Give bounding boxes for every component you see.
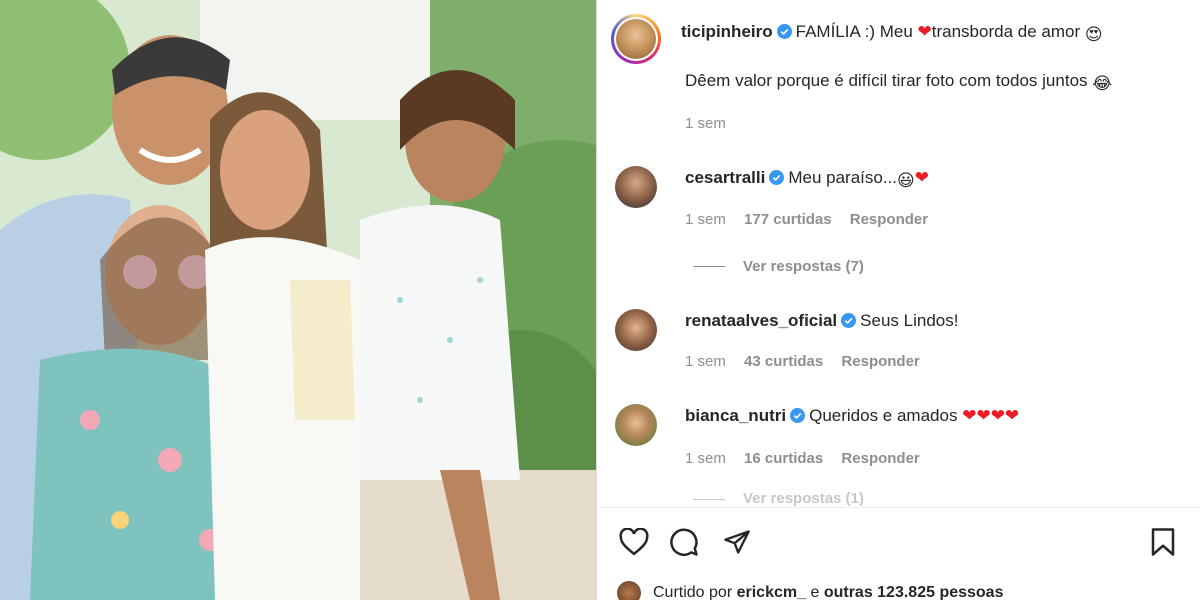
liker-username[interactable]: erickcm_ [737, 584, 806, 600]
comment-time: 1 sem [685, 211, 726, 228]
caption-text: ticipinheiro FAMÍLIA :) Meu ❤transborda d… [681, 20, 1103, 47]
reply-button[interactable]: Responder [850, 211, 928, 228]
comment-meta: 1 sem 16 curtidas Responder [685, 450, 934, 467]
share-icon [724, 530, 750, 554]
caption-part-2: transborda de amor [931, 22, 1081, 41]
comment-time: 1 sem [685, 353, 726, 370]
caption-part-1: FAMÍLIA :) Meu [795, 22, 913, 41]
heart-outline-icon [619, 528, 649, 556]
red-heart-emoji-icon: ❤ [914, 168, 929, 187]
comment-likes[interactable]: 177 curtidas [744, 211, 832, 228]
verified-icon [841, 313, 857, 328]
family-photo-illustration [0, 0, 596, 600]
comment-likes[interactable]: 43 curtidas [744, 353, 823, 370]
verified-icon [790, 408, 806, 423]
commenter-avatar[interactable] [615, 166, 657, 208]
view-replies-button[interactable]: Ver respostas (7) [693, 258, 864, 275]
likes-count-link[interactable]: outras 123.825 pessoas [824, 584, 1004, 600]
comment-icon [670, 528, 698, 556]
replies-line [693, 498, 725, 500]
author-avatar[interactable] [611, 14, 661, 64]
reply-button[interactable]: Responder [841, 353, 919, 370]
author-username[interactable]: ticipinheiro [681, 22, 773, 41]
comment-item: cesartralli Meu paraíso...😃❤ [615, 166, 1182, 208]
comment-item: renataalves_oficial Seus Lindos! [615, 309, 1182, 351]
comment-button[interactable] [667, 525, 701, 559]
liker-avatar[interactable] [617, 581, 641, 600]
commenter-username[interactable]: renataalves_oficial [685, 311, 837, 330]
comment-text: renataalves_oficial Seus Lindos! [685, 311, 959, 330]
comment-text: cesartralli Meu paraíso...😃❤ [685, 166, 929, 193]
comment-time: 1 sem [685, 450, 726, 467]
post-photo[interactable] [0, 0, 596, 600]
heart-eyes-emoji-icon: 😍 [1084, 25, 1103, 44]
like-button[interactable] [617, 525, 651, 559]
liked-by-row: Curtido por erickcm_ e outras 123.825 pe… [617, 581, 1003, 600]
caption-time: 1 sem [685, 115, 726, 132]
replies-line [693, 266, 725, 267]
commenter-username[interactable]: cesartralli [685, 168, 765, 187]
reply-button[interactable]: Responder [841, 450, 919, 467]
comment-item: bianca_nutri Queridos e amados ❤❤❤❤ [615, 404, 1182, 446]
action-bar [617, 525, 1180, 561]
liked-by-label: Curtido por [653, 584, 733, 600]
commenter-avatar[interactable] [615, 309, 657, 351]
comment-text: bianca_nutri Queridos e amados ❤❤❤❤ [685, 406, 1020, 425]
red-heart-emoji-icon: ❤ [917, 22, 932, 41]
share-button[interactable] [720, 525, 754, 559]
actions-divider [597, 507, 1200, 508]
save-button[interactable] [1146, 525, 1180, 559]
bookmark-icon [1151, 528, 1175, 556]
comments-panel: ticipinheiro FAMÍLIA :) Meu ❤transborda d… [597, 0, 1200, 600]
caption-row: ticipinheiro FAMÍLIA :) Meu ❤transborda d… [611, 14, 1182, 64]
laughing-emoji-icon: 😂 [1092, 74, 1113, 93]
caption-line-2: Dêem valor porque é difícil tirar foto c… [685, 71, 1113, 93]
verified-icon [769, 170, 785, 185]
commenter-avatar[interactable] [615, 404, 657, 446]
verified-icon [776, 24, 792, 39]
smiley-emoji-icon: 😃 [897, 171, 915, 190]
post-modal: ticipinheiro FAMÍLIA :) Meu ❤transborda d… [0, 0, 1200, 600]
comment-meta: 1 sem 43 curtidas Responder [685, 353, 934, 370]
view-replies-button[interactable]: Ver respostas (1) [693, 490, 864, 507]
red-hearts-emoji-icon: ❤❤❤❤ [962, 406, 1020, 425]
commenter-username[interactable]: bianca_nutri [685, 406, 786, 425]
comment-meta: 1 sem 177 curtidas Responder [685, 211, 942, 228]
comment-likes[interactable]: 16 curtidas [744, 450, 823, 467]
